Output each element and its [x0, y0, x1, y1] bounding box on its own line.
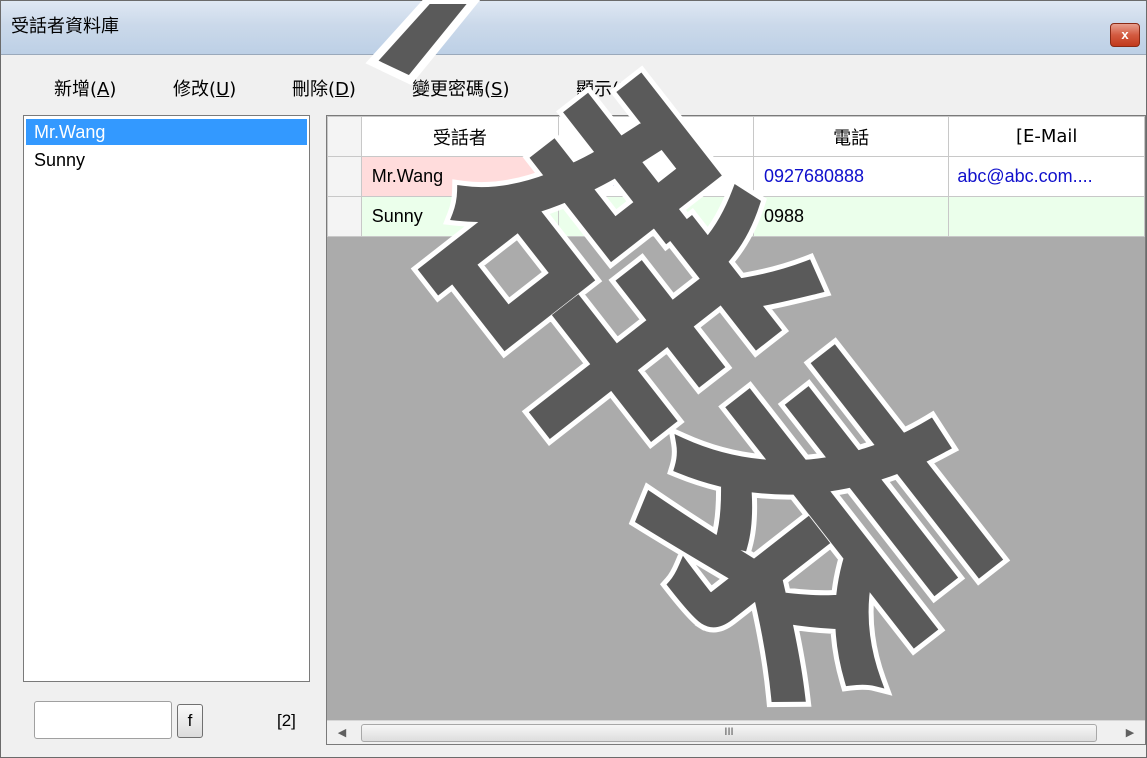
find-button[interactable]: f: [177, 704, 203, 738]
search-input[interactable]: [34, 701, 172, 739]
cell-name[interactable]: Sunny: [360, 196, 559, 237]
cell-note[interactable]: 人事部: [557, 156, 754, 197]
menu-edit[interactable]: 修改(U): [173, 75, 236, 101]
contact-list-item[interactable]: Mr.Wang: [26, 119, 307, 145]
grid-table: 受話者 註解 電話 [E-Mail Mr.Wang 人事部 0927680888…: [327, 116, 1145, 237]
window-title: 受話者資料庫: [11, 16, 119, 37]
menu-delete[interactable]: 刪除(D): [292, 75, 356, 101]
cell-email[interactable]: [948, 196, 1145, 237]
grid-corner[interactable]: [327, 116, 362, 157]
scroll-left-icon[interactable]: ◀: [331, 721, 353, 745]
cell-note[interactable]: [557, 196, 754, 237]
menu-display[interactable]: 顯示(M): [576, 75, 642, 101]
horizontal-scrollbar[interactable]: ◀ III ▶: [327, 720, 1145, 744]
record-count: [2]: [277, 711, 296, 730]
column-header-name[interactable]: 受話者: [360, 116, 559, 157]
scrollbar-thumb[interactable]: III: [361, 724, 1097, 742]
menu-bar: 新增(A) 修改(U) 刪除(D) 變更密碼(S) 顯示(M): [2, 56, 1145, 108]
table-row[interactable]: Sunny 0988: [327, 196, 1145, 237]
menu-add[interactable]: 新增(A): [54, 75, 116, 101]
cell-name[interactable]: Mr.Wang: [360, 156, 559, 197]
cell-phone[interactable]: 0927680888: [752, 156, 950, 197]
title-bar[interactable]: 受話者資料庫 x: [1, 1, 1146, 55]
table-row[interactable]: Mr.Wang 人事部 0927680888 abc@abc.com....: [327, 156, 1145, 197]
grid-header-row: 受話者 註解 電話 [E-Mail: [327, 116, 1145, 157]
close-button[interactable]: x: [1110, 23, 1140, 47]
cell-phone[interactable]: 0988: [752, 196, 950, 237]
column-header-note[interactable]: 註解: [557, 116, 754, 157]
contact-list[interactable]: Mr.Wang Sunny: [23, 115, 310, 682]
row-header[interactable]: [327, 196, 362, 237]
column-header-phone[interactable]: 電話: [752, 116, 950, 157]
contact-database-window: 受話者資料庫 x 新增(A) 修改(U) 刪除(D) 變更密碼(S) 顯示(M)…: [0, 0, 1147, 758]
row-header[interactable]: [327, 156, 362, 197]
contact-list-item[interactable]: Sunny: [26, 147, 307, 173]
column-header-email[interactable]: [E-Mail: [948, 116, 1145, 157]
contact-grid[interactable]: 受話者 註解 電話 [E-Mail Mr.Wang 人事部 0927680888…: [326, 115, 1146, 745]
cell-email[interactable]: abc@abc.com....: [948, 156, 1145, 197]
menu-change-password[interactable]: 變更密碼(S): [412, 75, 510, 101]
scroll-right-icon[interactable]: ▶: [1119, 721, 1141, 745]
